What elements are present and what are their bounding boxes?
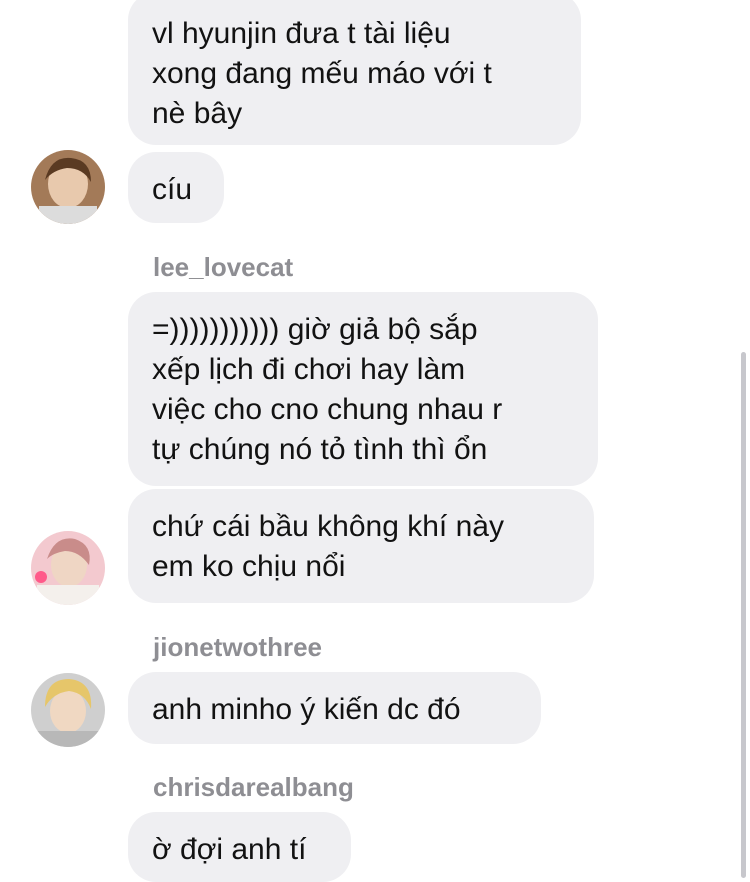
message-bubble[interactable]: =))))))))))) giờ giả bộ sắp xếp lịch đi …	[128, 292, 598, 486]
sender-name: chrisdarealbang	[153, 772, 354, 802]
avatar-photo-icon	[31, 531, 105, 605]
message-bubble[interactable]: vl hyunjin đưa t tài liệu xong đang mếu …	[128, 0, 581, 145]
message-bubble[interactable]: cíu	[128, 152, 224, 223]
message-bubble[interactable]: ờ đợi anh tí	[128, 812, 351, 882]
avatar[interactable]	[31, 150, 105, 224]
message-bubble[interactable]: chứ cái bầu không khí này em ko chịu nổi	[128, 489, 594, 603]
avatar-photo-icon	[31, 150, 105, 224]
sender-name: jionetwothree	[153, 632, 323, 662]
scrollbar[interactable]	[741, 352, 746, 878]
avatar-photo-icon	[31, 673, 105, 747]
avatar[interactable]	[31, 673, 105, 747]
avatar[interactable]	[31, 531, 105, 605]
message-bubble[interactable]: anh minho ý kiến dc đó	[128, 672, 541, 744]
sender-name: lee_lovecat	[153, 252, 294, 282]
